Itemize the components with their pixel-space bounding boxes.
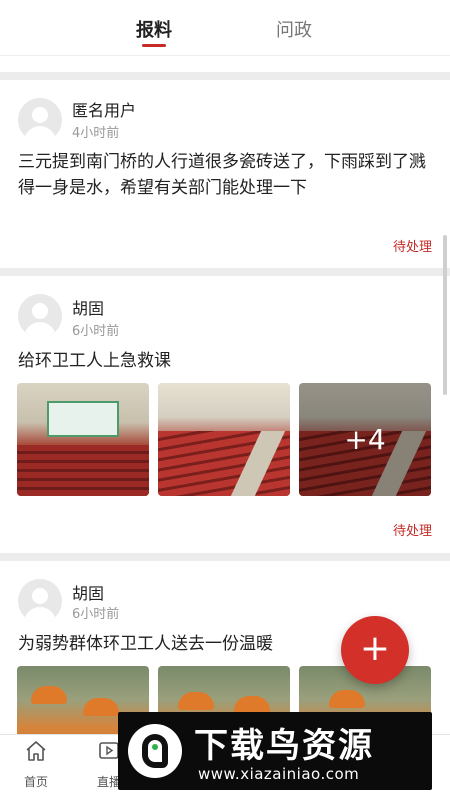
add-report-button[interactable]: + [341, 616, 409, 684]
tab-inquiry[interactable]: 问政 [276, 16, 312, 42]
post-text: 三元提到南门桥的人行道很多瓷砖送了，下雨踩到了溅得一身是水，希望有关部门能处理一… [18, 152, 426, 198]
watermark: 下载鸟资源 www.xiazainiao.com [118, 712, 432, 790]
post-photo[interactable] [17, 383, 149, 496]
post-time: 6小时前 [72, 607, 120, 622]
plus-icon: + [359, 628, 391, 669]
avatar[interactable] [18, 98, 62, 142]
post-card[interactable]: 胡固 6小时前 给环卫工人上急救课 +4 待处理 [0, 276, 450, 553]
section-divider [0, 553, 450, 561]
post-photo[interactable] [158, 383, 290, 496]
avatar[interactable] [18, 579, 62, 623]
user-name: 胡固 [72, 584, 105, 603]
status-badge: 待处理 [392, 524, 432, 539]
more-photos-count[interactable]: +4 [299, 383, 431, 496]
status-badge: 待处理 [392, 240, 432, 255]
section-divider [0, 268, 450, 276]
user-name: 胡固 [72, 299, 105, 318]
watermark-url: www.xiazainiao.com [198, 765, 360, 783]
user-name: 匿名用户 [72, 101, 137, 120]
tab-report[interactable]: 报料 [136, 16, 172, 42]
nav-home[interactable]: 首页 [11, 739, 61, 790]
post-text: 给环卫工人上急救课 [18, 351, 171, 371]
post-time: 4小时前 [72, 126, 120, 141]
nav-home-label: 首页 [23, 775, 48, 789]
post-time: 6小时前 [72, 324, 120, 339]
avatar[interactable] [18, 294, 62, 338]
active-tab-indicator [142, 44, 166, 47]
watermark-title: 下载鸟资源 [194, 726, 374, 766]
home-icon [26, 741, 46, 761]
scrollbar[interactable] [443, 235, 447, 395]
post-card[interactable]: 匿名用户 4小时前 三元提到南门桥的人行道很多瓷砖送了，下雨踩到了溅得一身是水，… [0, 80, 450, 268]
bird-logo-icon [128, 724, 182, 778]
top-tab-bar: 报料 问政 [0, 0, 450, 56]
post-photo[interactable]: +4 [299, 383, 431, 496]
section-divider [0, 72, 450, 80]
